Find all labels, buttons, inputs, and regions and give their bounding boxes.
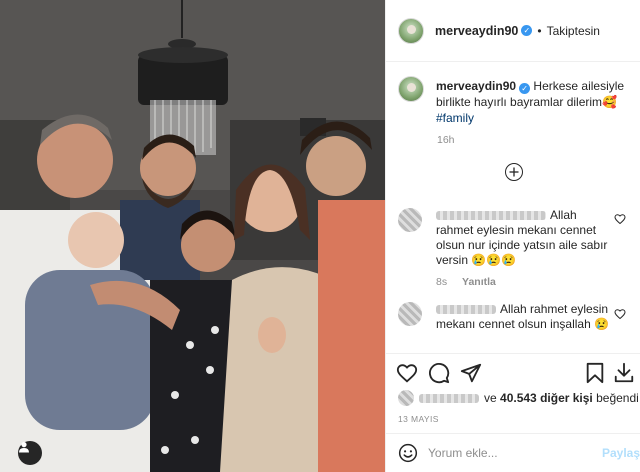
likes-conjunction: ve [484, 391, 497, 405]
comment-icon[interactable] [428, 362, 450, 384]
likes-suffix: beğendi [596, 391, 639, 405]
post-comment-button[interactable]: Paylaş [602, 446, 640, 460]
download-icon[interactable] [613, 362, 635, 384]
bookmark-icon[interactable] [584, 362, 606, 384]
paper-plane-icon[interactable] [460, 362, 482, 384]
post-header: merveaydin90 ✓ • Takiptesin [386, 0, 640, 62]
post-actions: ve 40.543 diğer kişi beğendi 13 MAYIS [386, 353, 640, 433]
liker-avatar[interactable] [398, 390, 414, 406]
load-more-comments-button[interactable] [505, 163, 523, 181]
verified-badge-icon: ✓ [521, 25, 533, 36]
comment-body: Allah rahmet eylesin mekanı cennet olsun… [436, 302, 616, 332]
likes-count[interactable]: 40.543 diğer kişi [500, 391, 593, 405]
comment-body: Allah rahmet eylesin mekanı cennet olsun… [436, 208, 616, 268]
family-photo-illustration [0, 0, 385, 472]
author-username[interactable]: merveaydin90 [435, 24, 518, 38]
likes-summary: ve 40.543 diğer kişi beğendi [398, 390, 639, 406]
liker-username-blurred[interactable] [419, 393, 479, 403]
caption-timestamp: 16h [437, 134, 455, 146]
caption-username[interactable]: merveaydin90 [436, 79, 516, 93]
reply-button[interactable]: Yanıtla [462, 276, 496, 288]
commenter-username-blurred[interactable] [436, 211, 546, 220]
post-side-panel: merveaydin90 ✓ • Takiptesin merveaydin90… [385, 0, 640, 472]
comment-input[interactable] [428, 444, 598, 462]
commenter-avatar[interactable] [398, 208, 422, 232]
caption-avatar[interactable] [398, 76, 424, 102]
comment-time: 8s [436, 276, 448, 288]
instagram-post: merveaydin90 ✓ • Takiptesin merveaydin90… [0, 0, 640, 472]
caption-body: merveaydin90 ✓ Herkese ailesiyle birlikte… [436, 78, 636, 126]
tagged-users-button[interactable] [18, 441, 42, 465]
post-photo[interactable] [0, 0, 385, 472]
caption-verified-badge-icon: ✓ [519, 83, 531, 94]
author-avatar[interactable] [398, 17, 424, 44]
plus-circle-icon [509, 167, 519, 177]
caption-hashtag-link[interactable]: #family [436, 111, 474, 125]
commenter-username-blurred[interactable] [436, 305, 496, 314]
following-button[interactable]: Takiptesin [547, 24, 600, 38]
comment-compose-bar: Paylaş [386, 433, 640, 472]
post-date: 13 MAYIS [398, 414, 439, 424]
commenter-avatar[interactable] [398, 302, 422, 326]
comment-meta: 8s Yanıtla [436, 276, 508, 288]
header-separator: • [537, 23, 542, 38]
user-icon [19, 442, 29, 453]
heart-icon[interactable] [396, 362, 418, 384]
comment-like-heart-icon[interactable] [614, 213, 626, 225]
comment-like-heart-icon[interactable] [614, 308, 626, 320]
smiley-icon[interactable] [398, 443, 418, 463]
